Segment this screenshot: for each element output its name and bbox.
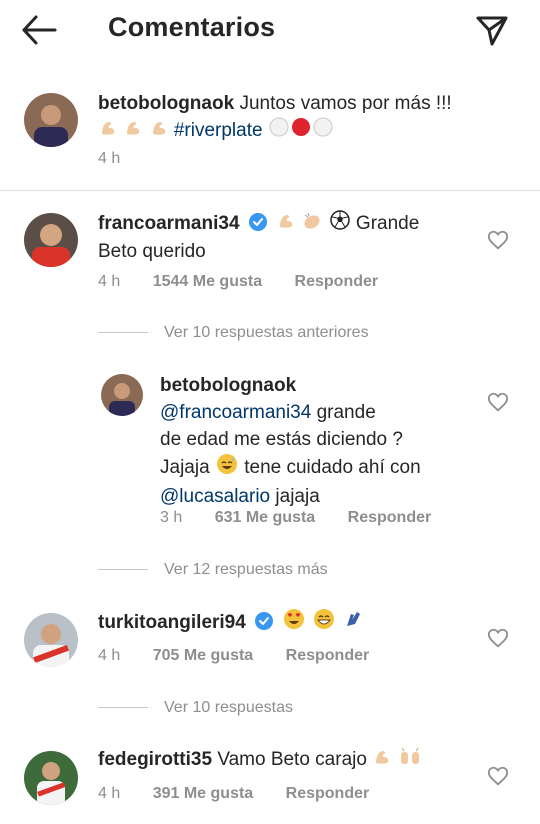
view-replies-label: Ver 10 respuestas — [164, 699, 293, 716]
grinning-sweat-face-icon — [216, 453, 238, 483]
reply-body-line2: de edad me estás diciendo ? — [160, 429, 403, 450]
reply-button[interactable]: Responder — [295, 273, 379, 290]
like-button[interactable] — [487, 391, 509, 413]
comment-body: Vamo Beto carajo — [217, 749, 367, 771]
reply-button[interactable]: Responder — [286, 785, 370, 802]
avatar[interactable] — [24, 213, 78, 267]
heart-icon — [487, 230, 509, 250]
comment-time: 4 h — [98, 647, 121, 664]
paper-plane-icon — [476, 16, 508, 46]
comment-body: Grande — [355, 213, 420, 235]
heart-icon — [487, 392, 509, 412]
comment-meta: 4 h 391 Me gusta Responder — [98, 785, 397, 803]
reply-body-line4: jajaja — [275, 486, 320, 507]
reply-body-line3b: tene cuidado ahí con — [244, 457, 421, 479]
comment-text: fedegirotti35 Vamo Beto carajo — [98, 746, 478, 774]
hashtag-link[interactable]: #riverplate — [174, 120, 263, 141]
comment-time: 4 h — [98, 273, 121, 290]
like-button[interactable] — [487, 765, 509, 787]
soccer-ball-icon — [329, 210, 350, 238]
caption-username[interactable]: betobolognaok — [98, 93, 234, 114]
comment-meta: 4 h 1544 Me gusta Responder — [98, 273, 406, 291]
view-replies-label: Ver 10 respuestas anteriores — [164, 324, 369, 341]
comment-username[interactable]: francoarmani34 — [98, 213, 240, 234]
clapping-hands-icon — [302, 211, 322, 238]
heart-eyes-face-icon — [283, 608, 305, 638]
flexed-biceps-icon — [99, 118, 117, 145]
comment-text: turkitoangileri94 — [98, 608, 458, 638]
like-button[interactable] — [487, 627, 509, 649]
heart-icon — [487, 766, 509, 786]
reply-text: betobolognaok @francoarmani34 grande de … — [160, 372, 460, 510]
white-circle-icon — [313, 117, 333, 145]
reply-button[interactable]: Responder — [286, 647, 370, 664]
verified-badge-icon — [255, 611, 274, 631]
view-replies-label: Ver 12 respuestas más — [164, 561, 328, 578]
heart-icon — [487, 628, 509, 648]
raising-hands-icon — [399, 746, 421, 774]
likes-count[interactable]: 705 Me gusta — [153, 647, 253, 664]
white-circle-icon — [269, 117, 289, 145]
arrow-left-icon — [22, 15, 57, 45]
verified-badge-icon — [248, 212, 267, 232]
reply-meta: 3 h 631 Me gusta Responder — [160, 509, 459, 527]
caption-time: 4 h — [98, 150, 121, 167]
post-caption: betobolognaok Juntos vamos por más !!! #… — [0, 80, 540, 191]
divider — [98, 707, 148, 709]
reply-body: grande — [316, 402, 376, 423]
reply-body-line3a: Jajaja — [160, 457, 210, 479]
flexed-biceps-icon — [150, 118, 168, 145]
caption-text: betobolognaok Juntos vamos por más !!! #… — [98, 90, 518, 145]
flexed-biceps-icon — [124, 118, 142, 145]
comment-username[interactable]: turkitoangileri94 — [98, 612, 246, 633]
clapping-hands-icon — [342, 608, 364, 638]
reply-time: 3 h — [160, 509, 183, 526]
grinning-face-icon — [313, 608, 335, 638]
comment-time: 4 h — [98, 785, 121, 802]
comment-meta: 4 h 705 Me gusta Responder — [98, 647, 397, 665]
avatar[interactable] — [24, 93, 78, 147]
divider — [98, 569, 148, 571]
back-button[interactable] — [18, 12, 66, 48]
reply-button[interactable]: Responder — [348, 509, 432, 526]
likes-count[interactable]: 391 Me gusta — [153, 785, 253, 802]
divider — [98, 332, 148, 334]
view-more-replies[interactable]: Ver 12 respuestas más — [98, 561, 328, 579]
comment-body-line2: Beto querido — [98, 241, 206, 262]
avatar[interactable] — [101, 374, 143, 416]
mention-link[interactable]: @lucasalario — [160, 486, 270, 507]
avatar[interactable] — [24, 751, 78, 805]
comment-text: francoarmani34 Grande Beto querido — [98, 210, 458, 265]
likes-count[interactable]: 631 Me gusta — [215, 509, 315, 526]
avatar[interactable] — [24, 613, 78, 667]
mention-link[interactable]: @francoarmani34 — [160, 402, 311, 423]
reply-username[interactable]: betobolognaok — [160, 375, 296, 396]
view-previous-replies[interactable]: Ver 10 respuestas anteriores — [98, 324, 369, 342]
page-title: Comentarios — [108, 12, 276, 42]
header-bar: Comentarios — [0, 0, 540, 62]
flexed-biceps-icon — [277, 211, 295, 238]
view-replies[interactable]: Ver 10 respuestas — [98, 699, 293, 717]
caption-body: Juntos vamos por más !!! — [239, 93, 452, 114]
comment-username[interactable]: fedegirotti35 — [98, 749, 212, 770]
likes-count[interactable]: 1544 Me gusta — [153, 273, 262, 290]
flexed-biceps-icon — [373, 747, 391, 774]
red-circle-icon — [291, 117, 311, 145]
like-button[interactable] — [487, 229, 509, 251]
share-button[interactable] — [474, 12, 514, 48]
